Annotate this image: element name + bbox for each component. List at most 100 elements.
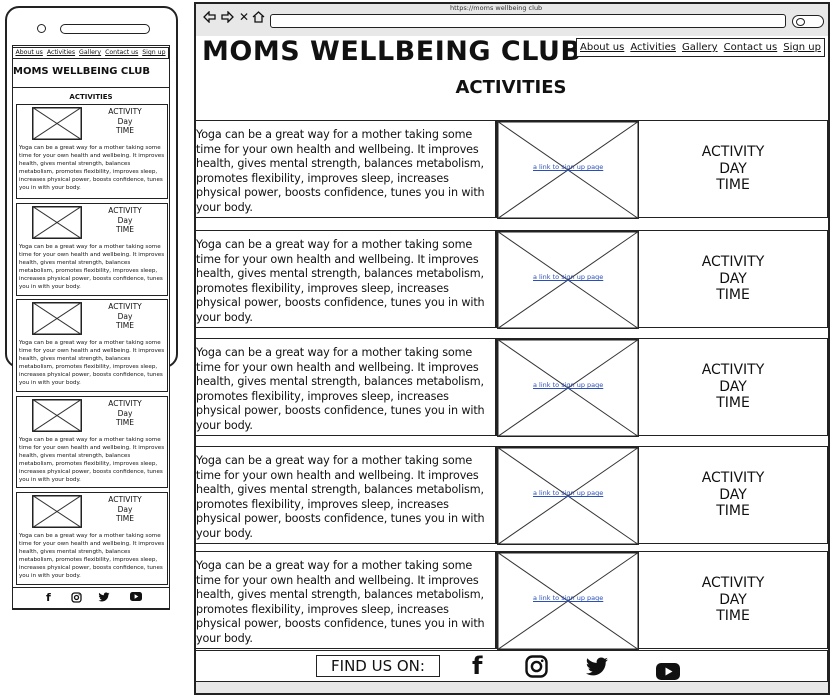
activity-label: ACTIVITY <box>701 144 765 161</box>
day-label: Day <box>117 408 133 418</box>
image-placeholder[interactable]: a link to sign up page <box>496 446 639 545</box>
signup-link[interactable]: a link to sign up page <box>533 594 603 602</box>
mobile-activity-info: ACTIVITY Day TIME <box>97 107 153 136</box>
nav-signup[interactable]: Sign up <box>783 42 821 53</box>
image-placeholder[interactable]: a link to sign up page <box>496 120 639 219</box>
time-label: TIME <box>716 395 750 412</box>
day-label: DAY <box>719 486 747 503</box>
activity-info: ACTIVITY DAY TIME <box>638 551 828 649</box>
close-icon[interactable]: ✕ <box>239 11 249 24</box>
facebook-icon[interactable]: f <box>46 592 51 604</box>
activity-row: Yoga can be a great way for a mother tak… <box>195 446 828 545</box>
activity-label: ACTIVITY <box>701 470 765 487</box>
activity-info: ACTIVITY DAY TIME <box>638 120 828 218</box>
image-placeholder[interactable] <box>31 398 83 433</box>
image-placeholder[interactable] <box>31 205 83 240</box>
instagram-icon[interactable] <box>71 592 82 606</box>
activity-label: ACTIVITY <box>108 495 142 504</box>
nav-gallery[interactable]: Gallery <box>682 42 718 53</box>
day-label: Day <box>117 116 133 126</box>
browser-tab-title: https://moms wellbeing club <box>450 4 543 12</box>
mobile-nav-gallery[interactable]: Gallery <box>79 49 101 56</box>
activity-description: Yoga can be a great way for a mother tak… <box>19 145 165 191</box>
activity-description: Yoga can be a great way for a mother tak… <box>195 446 496 544</box>
signup-link[interactable]: a link to sign up page <box>533 273 603 281</box>
activity-description: Yoga can be a great way for a mother tak… <box>195 120 496 218</box>
activity-label: ACTIVITY <box>108 302 142 311</box>
back-icon[interactable] <box>203 10 216 26</box>
mobile-divider <box>12 87 170 88</box>
time-label: TIME <box>115 126 134 136</box>
image-placeholder[interactable] <box>31 301 83 336</box>
day-label: Day <box>117 215 133 225</box>
image-placeholder[interactable]: a link to sign up page <box>496 230 639 329</box>
image-placeholder[interactable] <box>31 494 83 529</box>
time-label: TIME <box>716 177 750 194</box>
signup-link[interactable]: a link to sign up page <box>533 489 603 497</box>
activity-label: ACTIVITY <box>108 206 142 215</box>
mobile-activity-card: ACTIVITY Day TIME Yoga can be a great way f… <box>16 396 168 488</box>
activity-label: ACTIVITY <box>108 399 142 408</box>
activity-description: Yoga can be a great way for a mother tak… <box>195 230 496 328</box>
activities-heading: ACTIVITIES <box>455 77 567 98</box>
phone-speaker <box>60 24 150 34</box>
activity-label: ACTIVITY <box>108 107 142 116</box>
day-label: DAY <box>719 270 747 287</box>
day-label: Day <box>117 311 133 321</box>
activity-description: Yoga can be a great way for a mother tak… <box>19 340 165 386</box>
signup-link[interactable]: a link to sign up page <box>533 381 603 389</box>
time-label: TIME <box>716 608 750 625</box>
time-label: TIME <box>115 514 134 524</box>
mobile-site-title: MOMS WELLBEING CLUB <box>13 66 151 77</box>
image-placeholder[interactable]: a link to sign up page <box>496 338 639 437</box>
mobile-nav-activities[interactable]: Activities <box>47 49 75 56</box>
mobile-activity-info: ACTIVITY Day TIME <box>97 399 153 428</box>
home-icon[interactable] <box>252 11 265 26</box>
phone-camera <box>37 24 46 33</box>
mobile-nav-signup[interactable]: Sign up <box>142 49 165 56</box>
facebook-icon[interactable]: f <box>472 652 482 680</box>
activity-description: Yoga can be a great way for a mother tak… <box>19 437 165 483</box>
day-label: Day <box>117 504 133 514</box>
activity-row: Yoga can be a great way for a mother tak… <box>195 120 828 219</box>
instagram-icon[interactable] <box>525 655 548 684</box>
time-label: TIME <box>115 418 134 428</box>
nav-activities[interactable]: Activities <box>630 42 676 53</box>
search-icon[interactable] <box>796 18 805 26</box>
mobile-activity-info: ACTIVITY Day TIME <box>97 206 153 235</box>
mobile-footer: f <box>12 587 170 609</box>
twitter-icon[interactable] <box>585 656 609 684</box>
main-nav: About us Activities Gallery Contact us S… <box>576 38 825 57</box>
address-bar[interactable] <box>270 14 786 28</box>
footer <box>195 650 828 682</box>
twitter-icon[interactable] <box>98 592 110 606</box>
activity-info: ACTIVITY DAY TIME <box>638 338 828 436</box>
site-title: MOMS WELLBEING CLUB <box>202 36 582 67</box>
time-label: TIME <box>115 321 134 331</box>
browser-status-bar <box>196 682 828 693</box>
day-label: DAY <box>719 160 747 177</box>
activity-description: Yoga can be a great way for a mother tak… <box>19 533 165 579</box>
activity-row: Yoga can be a great way for a mother tak… <box>195 551 828 650</box>
mobile-activity-info: ACTIVITY Day TIME <box>97 302 153 331</box>
activity-row: Yoga can be a great way for a mother tak… <box>195 338 828 437</box>
mobile-nav-contact[interactable]: Contact us <box>105 49 138 56</box>
activity-info: ACTIVITY DAY TIME <box>638 446 828 544</box>
activity-info: ACTIVITY DAY TIME <box>638 230 828 328</box>
activity-label: ACTIVITY <box>701 575 765 592</box>
youtube-icon[interactable] <box>130 592 142 604</box>
activity-description: Yoga can be a great way for a mother tak… <box>195 338 496 436</box>
image-placeholder[interactable]: a link to sign up page <box>496 551 639 650</box>
nav-contact[interactable]: Contact us <box>724 42 778 53</box>
mobile-activity-info: ACTIVITY Day TIME <box>97 495 153 524</box>
activity-row: Yoga can be a great way for a mother tak… <box>195 230 828 329</box>
activity-description: Yoga can be a great way for a mother tak… <box>195 551 496 649</box>
nav-about[interactable]: About us <box>580 42 624 53</box>
image-placeholder[interactable] <box>31 106 83 141</box>
activity-label: ACTIVITY <box>701 254 765 271</box>
mobile-nav-about[interactable]: About us <box>15 49 42 56</box>
mobile-activity-card: ACTIVITY Day TIME Yoga can be a great way f… <box>16 299 168 392</box>
forward-icon[interactable] <box>221 10 234 26</box>
signup-link[interactable]: a link to sign up page <box>533 163 603 171</box>
find-us-label: FIND US ON: <box>316 655 440 677</box>
